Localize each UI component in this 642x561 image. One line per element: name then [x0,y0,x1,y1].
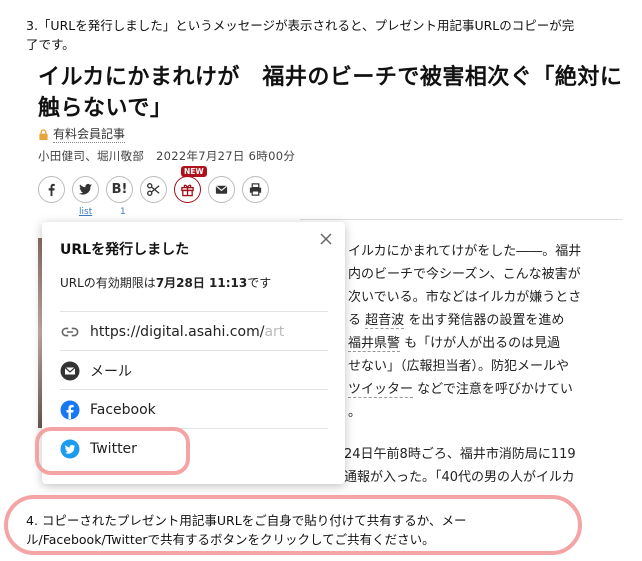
body-line: る 超音波 を出す発信器の設置を進め [348,309,610,332]
new-badge: NEW [181,166,207,177]
byline: 小田健司、堀川敬部 2022年7月27日 6時00分 [38,149,296,163]
close-icon[interactable] [318,231,334,247]
twitter-list-link[interactable]: list [79,207,92,217]
printer-icon [249,183,262,196]
copied-url[interactable]: https://digital.asahi.com/art [90,324,328,340]
gift-share-button[interactable] [174,176,201,203]
body-line: 福井県警 も「けが人が出るのは見過 [348,332,610,355]
divider [300,219,623,220]
article-body: イルカにかまれてけがをした――。福井 内のビーチで今シーズン、こんな被害が 次い… [348,240,610,424]
body-text: る [348,313,362,328]
facebook-icon [60,400,80,420]
twitter-highlight [35,427,190,475]
keyword-link[interactable]: 福井県警 [348,336,401,352]
keyword-link[interactable]: 超音波 [365,313,405,329]
keyword-link[interactable]: ツイッター [348,382,414,398]
url-text-faded: art [264,323,285,340]
facebook-share-button[interactable] [38,176,65,203]
body-line: ツイッター などで注意を呼びかけてい [348,378,610,401]
clip-share-button[interactable] [140,176,167,203]
paid-label[interactable]: 有料会員記事 [53,125,126,143]
expiry-suffix: です [247,276,272,290]
step4-instruction: 4. コピーされたプレゼント用記事URLをご自身で貼り付けて共有するか、メール/… [26,513,467,547]
link-icon [60,322,80,342]
url-expiry: URLの有効期限は7月28日 11:13です [60,274,271,291]
twitter-icon [78,183,93,195]
mail-share-button[interactable] [208,176,235,203]
expiry-date: 7月28日 11:13 [155,276,248,290]
popup-title: URLを発行しました [60,242,190,258]
body-text: も「けが人が出るのは見過 [404,336,561,351]
url-text: https://digital.asahi.com/ [90,323,265,340]
body-line: 内のビーチで今シーズン、こんな被害が [348,267,581,282]
article-body-2: 24日午前8時ごろ、福井市消防局に119 通報が入った。「40代の男の人がイルカ [344,443,614,489]
lock-icon [39,128,48,140]
facebook-label: Facebook [90,401,156,418]
print-button[interactable] [242,176,269,203]
mail-share-row[interactable]: メール [60,350,328,390]
gift-icon [181,184,194,197]
body-text: などで注意を呼びかけてい [417,382,573,397]
mail-icon [215,185,228,194]
expiry-prefix: URLの有効期限は [60,276,156,290]
body-line: 。 [348,405,362,420]
facebook-share-row[interactable]: Facebook [60,389,328,429]
body-line: せない」（広報担当者）。防犯メールや [348,359,570,374]
share-bar: B! [38,176,269,203]
article-title: イルカにかまれけが 福井のビーチで被害相次ぐ「絶対に触らないで」 [38,65,623,121]
hatena-bookmark-button[interactable]: B! [106,176,133,203]
mail-icon [60,361,80,381]
twitter-share-button[interactable] [72,176,99,203]
body-line: 次いでいる。市などはイルカが嫌うとさ [348,290,582,305]
body-line: 24日午前8時ごろ、福井市消防局に119 [344,447,576,462]
copied-url-row[interactable]: https://digital.asahi.com/art [60,311,328,351]
facebook-icon [48,183,55,197]
mail-label: メール [90,363,132,380]
paid-article-badge: 有料会員記事 [38,125,126,143]
step3-instruction: 3.「URLを発行しました」というメッセージが表示されると、プレゼント用記事UR… [26,18,575,52]
scissors-icon [147,183,160,196]
hatena-count[interactable]: 1 [120,207,126,217]
body-line: イルカにかまれてけがをした――。福井 [348,244,582,259]
body-text: を出す発信器の設置を進め [408,313,565,328]
body-line: 通報が入った。「40代の男の人がイルカ [344,470,575,485]
